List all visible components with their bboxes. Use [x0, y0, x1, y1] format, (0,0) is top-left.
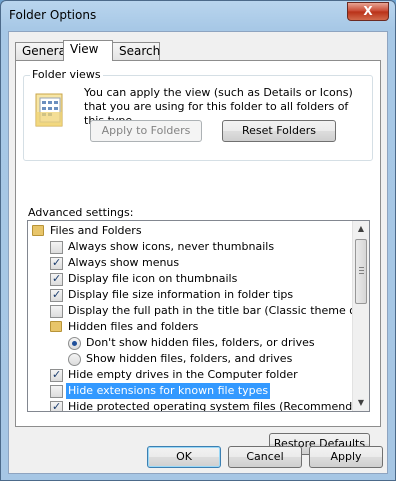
checkbox[interactable]: [50, 255, 63, 271]
window-title: Folder Options: [9, 8, 97, 22]
view-tab-panel: Folder views You can apply the view (suc…: [15, 60, 381, 455]
tree-row[interactable]: Hide protected operating system files (R…: [28, 399, 369, 411]
tree-row-label: Display file size information in folder …: [68, 288, 294, 301]
radio-button[interactable]: [68, 337, 81, 350]
advanced-settings-label: Advanced settings:: [28, 206, 134, 219]
tree-row-label: Hide empty drives in the Computer folder: [68, 368, 298, 381]
folder-views-group: Folder views You can apply the view (suc…: [23, 68, 373, 161]
close-button[interactable]: X: [347, 2, 389, 21]
folder-views-icon: [35, 93, 63, 127]
reset-folders-button[interactable]: Reset Folders: [222, 120, 336, 142]
tab-general[interactable]: General: [15, 42, 69, 60]
checkbox[interactable]: [50, 385, 63, 398]
tree-row-label: Files and Folders: [50, 224, 142, 237]
tree-row-label: Display file icon on thumbnails: [68, 272, 238, 285]
tree-row[interactable]: Hidden files and folders: [28, 319, 353, 335]
checkbox[interactable]: [50, 241, 63, 254]
tree-row[interactable]: Show hidden files, folders, and drives: [28, 351, 353, 367]
checkbox[interactable]: [50, 367, 63, 383]
apply-button[interactable]: Apply: [309, 446, 383, 468]
tree-row-label: Hidden files and folders: [68, 320, 199, 333]
tab-view[interactable]: View: [63, 40, 113, 61]
folder-options-window: Folder Options X General View Search Fol…: [0, 0, 396, 481]
apply-to-folders-button[interactable]: Apply to Folders: [90, 120, 202, 142]
tree-row[interactable]: Files and Folders: [28, 223, 353, 239]
radio-button[interactable]: [68, 353, 81, 366]
tree-row[interactable]: Display file icon on thumbnails: [28, 271, 353, 287]
tree-row-label: Hide extensions for known file types: [66, 383, 271, 399]
tree-row-label: Always show menus: [68, 256, 180, 269]
tree-row[interactable]: Display file size information in folder …: [28, 287, 353, 303]
checkbox[interactable]: [50, 271, 63, 287]
dialog-client-area: General View Search Folder views You can…: [8, 31, 388, 474]
tree-row[interactable]: Always show icons, never thumbnails: [28, 239, 353, 255]
folder-icon: [50, 321, 62, 332]
tree-row[interactable]: Hide empty drives in the Computer folder: [28, 367, 353, 383]
checkbox[interactable]: [50, 399, 63, 411]
tree-row-label: Show hidden files, folders, and drives: [86, 352, 293, 365]
tree-row[interactable]: Always show menus: [28, 255, 353, 271]
folder-icon: [32, 225, 44, 236]
scrollbar[interactable]: ▲ ▼: [352, 221, 369, 411]
ok-button[interactable]: OK: [147, 446, 221, 468]
tree-row-label: Don't show hidden files, folders, or dri…: [86, 336, 315, 349]
tree-row[interactable]: Don't show hidden files, folders, or dri…: [28, 335, 353, 351]
tab-search[interactable]: Search: [112, 42, 160, 60]
tree-row-label: Always show icons, never thumbnails: [68, 240, 275, 253]
tree-row[interactable]: Hide extensions for known file types: [28, 383, 353, 399]
checkbox[interactable]: [50, 305, 63, 318]
title-bar[interactable]: Folder Options X: [1, 1, 395, 31]
tree-row[interactable]: Display the full path in the title bar (…: [28, 303, 369, 319]
cancel-button[interactable]: Cancel: [228, 446, 302, 468]
scroll-down-arrow-icon[interactable]: ▼: [353, 395, 369, 411]
folder-views-title: Folder views: [30, 68, 103, 81]
tree-row-label: Display the full path in the title bar (…: [68, 304, 370, 317]
checkbox[interactable]: [50, 287, 63, 303]
scroll-thumb[interactable]: [355, 239, 367, 304]
scroll-up-arrow-icon[interactable]: ▲: [353, 221, 369, 237]
tree-row-label: Hide protected operating system files (R…: [68, 400, 370, 412]
advanced-settings-tree[interactable]: Hide protected operating system files (R…: [27, 220, 370, 412]
